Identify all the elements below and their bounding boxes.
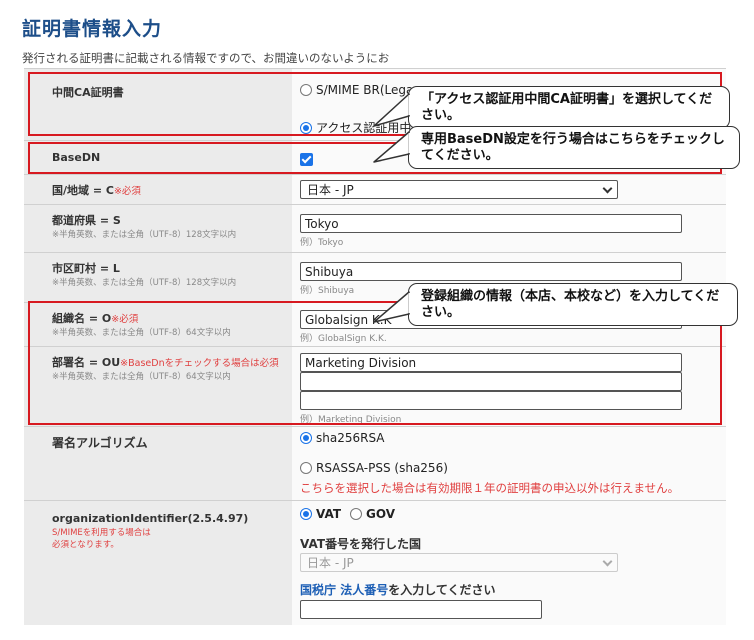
chevron-down-icon <box>602 183 613 194</box>
corp-number-suffix: を入力してください <box>388 583 496 597</box>
sig-warning: こちらを選択した場合は有効期限１年の証明書の申込以外は行えません。 <box>300 481 680 495</box>
callout-ca: 「アクセス認証用中間CA証明書」を選択してください。 <box>408 86 730 130</box>
org-identifier-value: VAT GOV VAT番号を発行した国 日本 - JP 国税庁 法人番号を入力し… <box>292 501 726 625</box>
oid-option-vat-label: VAT <box>316 507 342 521</box>
country-selected: 日本 - JP <box>307 183 354 197</box>
state-value: Tokyo 例）Tokyo <box>292 205 726 252</box>
locality-input[interactable]: Shibuya <box>300 262 682 281</box>
callout-org: 登録組織の情報（本店、本校など）を入力してください。 <box>408 283 738 327</box>
org-identifier-note-1: S/MIMEを利用する場合は <box>52 527 151 538</box>
country-label-text: 国/地域 = C <box>52 184 114 197</box>
row-signature-algorithm: 署名アルゴリズム sha256RSA RSASSA-PSS (sha256) こ… <box>24 427 726 501</box>
oid-option-gov-label: GOV <box>366 507 396 521</box>
signature-algorithm-label: 署名アルゴリズム <box>24 427 292 500</box>
vat-country-label: VAT番号を発行した国 <box>300 537 422 551</box>
callout-basedn-pointer <box>373 131 412 163</box>
vat-country-select[interactable]: 日本 - JP <box>300 553 618 572</box>
oid-option-gov[interactable]: GOV <box>350 507 395 521</box>
certificate-form: 中間CA証明書 S/MIME BR(Lega アクセス認証用中 BaseDN 国… <box>24 68 726 625</box>
sig-option-pss-label: RSASSA-PSS (sha256) <box>316 461 448 475</box>
chevron-down-icon <box>602 556 613 567</box>
signature-algorithm-value: sha256RSA RSASSA-PSS (sha256) こちらを選択した場合… <box>292 427 726 500</box>
country-select[interactable]: 日本 - JP <box>300 180 618 199</box>
radio-icon[interactable] <box>350 508 362 520</box>
nta-link[interactable]: 国税庁 <box>300 583 336 597</box>
oid-option-vat[interactable]: VAT <box>300 507 341 521</box>
page-title: 証明書情報入力 <box>22 18 163 40</box>
row-country: 国/地域 = C※必須 日本 - JP <box>24 175 726 205</box>
org-identifier-note-2: 必須となります。 <box>52 540 119 551</box>
org-identifier-label-text: organizationIdentifier(2.5.4.97) <box>52 512 249 525</box>
intro-text: 発行される証明書に記載される情報ですので、お間違いのないようにお <box>22 51 390 65</box>
sig-option-sha256-label: sha256RSA <box>316 431 385 445</box>
callout-org-pointer <box>373 291 412 323</box>
state-input[interactable]: Tokyo <box>300 214 682 233</box>
vat-country-selected: 日本 - JP <box>307 556 354 570</box>
radio-icon[interactable] <box>300 462 312 474</box>
callout-basedn: 専用BaseDN設定を行う場合はこちらをチェックしてください。 <box>408 126 740 170</box>
sig-option-pss[interactable]: RSASSA-PSS (sha256) <box>300 461 448 475</box>
state-label: 都道府県 = S ※半角英数、または全角（UTF-8）128文字以内 <box>24 205 292 252</box>
locality-example: 例）Shibuya <box>300 286 355 296</box>
state-example: 例）Tokyo <box>300 238 344 248</box>
locality-label: 市区町村 = L ※半角英数、または全角（UTF-8）128文字以内 <box>24 253 292 302</box>
corporate-number-link[interactable]: 法人番号 <box>340 583 388 597</box>
country-value: 日本 - JP <box>292 175 726 204</box>
locality-label-text: 市区町村 = L <box>52 262 120 275</box>
state-note: ※半角英数、または全角（UTF-8）128文字以内 <box>52 229 237 240</box>
row-state: 都道府県 = S ※半角英数、または全角（UTF-8）128文字以内 Tokyo… <box>24 205 726 253</box>
corp-number-label: 国税庁 法人番号を入力してください <box>300 581 496 598</box>
country-required: ※必須 <box>113 186 141 197</box>
country-label: 国/地域 = C※必須 <box>24 175 292 204</box>
org-identifier-label: organizationIdentifier(2.5.4.97) S/MIMEを… <box>24 501 292 625</box>
locality-note: ※半角英数、または全角（UTF-8）128文字以内 <box>52 277 237 288</box>
corporate-number-input[interactable] <box>300 600 542 619</box>
callout-ca-pointer <box>373 93 412 127</box>
row-organization-identifier: organizationIdentifier(2.5.4.97) S/MIMEを… <box>24 501 726 625</box>
state-label-text: 都道府県 = S <box>52 214 121 227</box>
radio-selected-icon[interactable] <box>300 432 312 444</box>
sig-option-sha256[interactable]: sha256RSA <box>300 431 385 445</box>
radio-selected-icon[interactable] <box>300 508 312 520</box>
